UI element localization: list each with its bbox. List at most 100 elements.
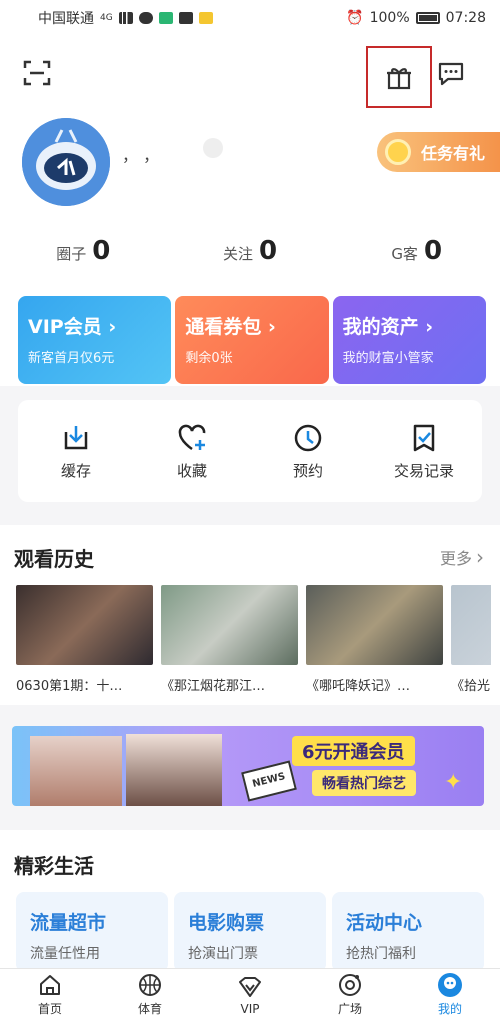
stat-following[interactable]: 关注 0 (167, 236, 334, 266)
avatar[interactable] (22, 118, 110, 206)
life-card-activity-center[interactable]: 活动中心 抢热门福利 (332, 892, 484, 972)
life-card-data-market[interactable]: 流量超市 流量任性用 (16, 892, 168, 972)
card-subtitle: 剩余0张 (185, 351, 233, 366)
tab-profile[interactable]: 我的 (400, 969, 500, 1020)
clock-time: 07:28 (445, 10, 486, 26)
banner-title: 6元开通会员 (292, 736, 415, 766)
briefcase-icon (178, 12, 193, 24)
quick-transactions[interactable]: 交易记录 (366, 400, 482, 502)
video-thumbnail (16, 585, 153, 665)
app-notification-icon (158, 12, 173, 24)
stats-row: 圈子 0 关注 0 G客 0 (0, 236, 500, 266)
gift-button[interactable] (366, 46, 432, 108)
history-item[interactable]: 《拾光的 (451, 585, 491, 694)
banner-subtitle: 畅看热门综艺 (312, 770, 416, 796)
home-icon (40, 975, 60, 995)
app-notification-icon-2 (198, 12, 213, 24)
life-section: 精彩生活 流量超市 流量任性用 电影购票 抢演出门票 活动中心 抢热门福利 (0, 830, 500, 972)
robot-avatar-icon (22, 118, 110, 206)
banner-photo (126, 734, 222, 806)
stat-value: 0 (92, 236, 111, 266)
cloud-icon (138, 12, 153, 24)
more-link[interactable]: 更多 › (440, 545, 484, 569)
more-label: 更多 (439, 549, 472, 568)
scan-icon (23, 60, 51, 86)
profile-header: ， ， 任务有礼 圈子 0 关注 0 G客 0 VIP会员 › 新客首月仅6元 … (0, 36, 500, 386)
membership-cards: VIP会员 › 新客首月仅6元 通看券包 › 剩余0张 我的资产 › 我的财富小… (18, 296, 486, 384)
section-title: 精彩生活 (14, 854, 94, 878)
life-card-subtitle: 抢热门福利 (346, 946, 416, 962)
heart-plus-icon (178, 424, 206, 450)
coin-icon (385, 139, 411, 165)
life-card-title: 流量超市 (30, 912, 107, 934)
stat-circles[interactable]: 圈子 0 (0, 236, 167, 266)
quick-actions: 缓存 收藏 预约 交易记录 (18, 400, 482, 502)
stat-label: 关注 (222, 245, 253, 263)
banner-photo (30, 736, 122, 806)
username[interactable]: ， ， (122, 142, 159, 166)
tab-label: 首页 (37, 1002, 62, 1016)
vip-crown-icon (239, 976, 261, 997)
carrier-label: 中国联通 (38, 11, 94, 27)
network-label: 4G (100, 13, 113, 23)
news-badge: NEWS (241, 760, 297, 802)
card-title: 我的资产 › (342, 316, 434, 338)
tab-sports[interactable]: 体育 (100, 969, 200, 1020)
life-card-movie-tickets[interactable]: 电影购票 抢演出门票 (174, 892, 326, 972)
download-icon (64, 425, 88, 449)
task-reward-label: 任务有礼 (421, 144, 486, 163)
video-caption: 《哪吒降妖记》… (306, 679, 411, 694)
stat-gke[interactable]: G客 0 (333, 236, 500, 266)
life-card-title: 活动中心 (346, 912, 423, 934)
battery-percent: 100% (369, 10, 410, 26)
card-subtitle: 新客首月仅6元 (28, 351, 115, 366)
quick-reserve[interactable]: 预约 (250, 400, 366, 502)
quick-favorite[interactable]: 收藏 (134, 400, 250, 502)
quick-label: 收藏 (176, 461, 207, 480)
task-reward-button[interactable]: 任务有礼 (377, 132, 500, 172)
video-caption: 0630第1期：十… (16, 679, 123, 694)
stat-label: 圈子 (56, 245, 87, 263)
tab-label: 广场 (337, 1002, 362, 1016)
tab-label: 体育 (137, 1002, 162, 1016)
tab-label: 我的 (437, 1002, 462, 1016)
quick-download[interactable]: 缓存 (18, 400, 134, 502)
quick-label: 预约 (292, 461, 323, 480)
video-caption: 《拾光的 (451, 679, 491, 694)
video-thumbnail (451, 585, 491, 665)
video-thumbnail (161, 585, 298, 665)
stat-label: G客 (391, 245, 418, 263)
level-badge-icon (203, 138, 223, 158)
battery-icon (415, 12, 440, 24)
star-icon: ✦ (444, 770, 463, 795)
bottom-tab-bar: 首页 体育 VIP 广场 我的 (0, 968, 500, 1020)
chevron-right-icon: › (476, 545, 484, 569)
tab-vip[interactable]: VIP (200, 969, 300, 1020)
profile-icon (438, 973, 462, 997)
video-thumbnail (306, 585, 443, 665)
square-icon (339, 974, 361, 996)
message-icon (438, 62, 464, 86)
scan-button[interactable] (22, 58, 52, 88)
tab-square[interactable]: 广场 (300, 969, 400, 1020)
promo-banner[interactable]: NEWS 6元开通会员 畅看热门综艺 ✦ (12, 726, 484, 806)
card-subtitle: 我的财富小管家 (342, 351, 434, 366)
vip-card[interactable]: VIP会员 › 新客首月仅6元 (18, 296, 172, 384)
life-card-subtitle: 流量任性用 (30, 946, 100, 962)
quick-label: 缓存 (60, 461, 91, 480)
history-item[interactable]: 0630第1期：十… (16, 585, 153, 694)
history-item[interactable]: 《那江烟花那江… (161, 585, 298, 694)
watch-history-section: 观看历史 更多 › 0630第1期：十… 《那江烟花那江… 《哪吒降妖记》… 《… (0, 525, 500, 705)
section-title: 观看历史 (14, 547, 94, 571)
card-title: VIP会员 › (28, 316, 117, 338)
alarm-icon: ⏰ (346, 10, 364, 26)
clock-icon (294, 424, 322, 451)
coupon-card[interactable]: 通看券包 › 剩余0张 (175, 296, 329, 384)
message-button[interactable] (436, 58, 466, 88)
gift-icon (387, 68, 411, 90)
history-item[interactable]: 《哪吒降妖记》… (306, 585, 443, 694)
tab-home[interactable]: 首页 (0, 969, 100, 1020)
stat-value: 0 (258, 236, 278, 266)
tab-label: VIP (240, 1001, 260, 1016)
assets-card[interactable]: 我的资产 › 我的财富小管家 (332, 296, 486, 384)
